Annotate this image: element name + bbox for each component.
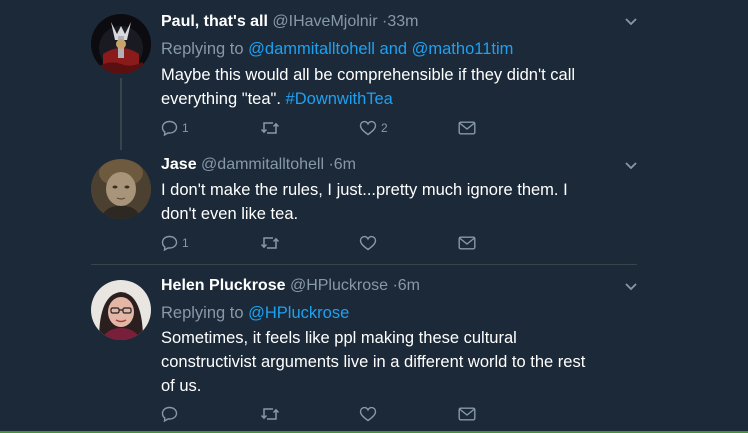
display-name[interactable]: Helen Pluckrose [161, 277, 286, 294]
retweet-icon [260, 122, 280, 134]
replying-prefix: Replying to [161, 304, 249, 322]
like-count: 2 [381, 121, 388, 135]
tweet[interactable]: Jase @dammitalltohell ·6m I don't make t… [0, 150, 748, 265]
hashtag-link[interactable]: #DownwithTea [286, 90, 393, 108]
replying-prefix: Replying to [161, 40, 249, 58]
tweet-text: Maybe this would all be comprehensible i… [161, 63, 661, 111]
user-handle[interactable]: @HPluckrose [290, 277, 388, 294]
retweet-icon [260, 408, 280, 420]
reply-count: 1 [182, 121, 189, 135]
retweet-button[interactable] [260, 405, 284, 423]
direct-message-button[interactable] [458, 119, 476, 137]
user-handle[interactable]: @IHaveMjolnir [272, 13, 377, 30]
timestamp[interactable]: 6m [398, 277, 420, 294]
avatar-image [91, 159, 151, 219]
tweet-text-line: constructivist arguments live in a diffe… [161, 353, 586, 371]
user-handle[interactable]: @dammitalltohell [201, 156, 324, 173]
chevron-down-icon[interactable] [624, 282, 638, 292]
tweet-text-segment: everything "tea". [161, 90, 286, 108]
reply-button[interactable]: 1 [161, 234, 189, 252]
reply-count: 1 [182, 236, 189, 250]
tweet[interactable]: Helen Pluckrose @HPluckrose ·6m Replying… [0, 265, 748, 433]
avatar-image [91, 280, 151, 340]
retweet-button[interactable] [260, 234, 284, 252]
replying-users-link[interactable]: @HPluckrose [248, 304, 349, 322]
avatar-image [91, 14, 151, 74]
tweet-text: Sometimes, it feels like ppl making thes… [161, 326, 661, 398]
tweet-text-line: I don't make the rules, I just...pretty … [161, 181, 568, 199]
tweet-header: Jase @dammitalltohell ·6m [161, 155, 356, 175]
avatar[interactable] [91, 159, 151, 219]
retweet-icon [260, 237, 280, 249]
tweet-text-line: of us. [161, 377, 202, 395]
timestamp[interactable]: 33m [387, 13, 418, 30]
direct-message-button[interactable] [458, 405, 476, 423]
envelope-icon [458, 407, 476, 421]
envelope-icon [458, 121, 476, 135]
reply-icon [161, 120, 178, 136]
chevron-down-icon[interactable] [624, 17, 638, 27]
heart-icon [359, 235, 377, 251]
direct-message-button[interactable] [458, 234, 476, 252]
timestamp[interactable]: 6m [334, 156, 356, 173]
avatar[interactable] [91, 280, 151, 340]
replying-to: Replying to @dammitalltohell and @matho1… [161, 38, 513, 60]
like-button[interactable] [359, 405, 381, 423]
heart-icon [359, 120, 377, 136]
tweet-header: Helen Pluckrose @HPluckrose ·6m [161, 276, 420, 296]
thread-connector [120, 78, 122, 150]
retweet-button[interactable] [260, 119, 284, 137]
tweet-text-line: Maybe this would all be comprehensible i… [161, 66, 576, 84]
display-name[interactable]: Jase [161, 156, 197, 173]
replying-to: Replying to @HPluckrose [161, 302, 349, 324]
like-button[interactable]: 2 [359, 119, 388, 137]
tweet-text-line: don't even like tea. [161, 205, 299, 223]
heart-icon [359, 406, 377, 422]
reply-button[interactable]: 1 [161, 119, 189, 137]
tweet-text-line: everything "tea". #DownwithTea [161, 87, 661, 111]
replying-users-link[interactable]: @dammitalltohell and @matho11tim [248, 40, 513, 58]
tweet-text-line: Sometimes, it feels like ppl making thes… [161, 329, 517, 347]
chevron-down-icon[interactable] [624, 161, 638, 171]
reply-button[interactable] [161, 405, 182, 423]
avatar[interactable] [91, 14, 151, 74]
reply-icon [161, 235, 178, 251]
like-button[interactable] [359, 234, 381, 252]
display-name[interactable]: Paul, that's all [161, 13, 268, 30]
tweet-header: Paul, that's all @IHaveMjolnir ·33m [161, 12, 418, 32]
reply-icon [161, 406, 178, 422]
tweet-text: I don't make the rules, I just...pretty … [161, 178, 661, 226]
tweet[interactable]: Paul, that's all @IHaveMjolnir ·33m Repl… [0, 0, 748, 150]
envelope-icon [458, 236, 476, 250]
